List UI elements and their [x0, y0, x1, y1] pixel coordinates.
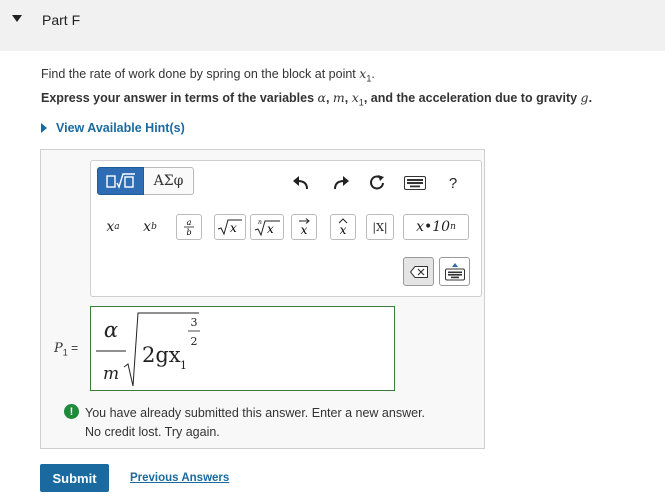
keyboard-toggle-button[interactable] [439, 257, 470, 286]
nth-root-icon: nx [254, 219, 280, 237]
svg-text:a: a [187, 218, 192, 227]
answer-instruction: Express your answer in terms of the vari… [41, 90, 593, 108]
svg-text:x: x [230, 221, 237, 235]
vector-button[interactable]: x [291, 214, 317, 240]
part-title: Part F [42, 12, 81, 28]
part-header[interactable] [0, 0, 665, 51]
reset-icon[interactable] [366, 172, 388, 194]
vector-arrow-icon: x [299, 218, 310, 237]
sqrt-icon: x [217, 219, 242, 236]
fraction-button[interactable]: ab [176, 214, 202, 240]
help-icon[interactable]: ? [444, 172, 462, 194]
answer-lhs: P1 = [54, 341, 79, 358]
alert-icon: ! [64, 404, 79, 419]
exponent-denominator: 2 [191, 335, 198, 348]
exponent-numerator: 3 [191, 316, 198, 329]
unit-vector-button[interactable]: x [330, 214, 356, 240]
nth-root-button[interactable]: nx [250, 214, 284, 240]
backspace-button[interactable] [403, 257, 434, 286]
radicand-subscript: 1 [180, 359, 187, 372]
answer-input[interactable]: α m 2gx 1 3 2 [90, 306, 395, 391]
scientific-notation-button[interactable]: x•10 n [403, 214, 469, 240]
denominator: m [103, 364, 119, 384]
undo-icon[interactable] [290, 172, 312, 194]
view-hints-link[interactable]: View Available Hint(s) [41, 121, 185, 135]
svg-text:x: x [340, 223, 347, 237]
greek-tab[interactable]: ΑΣφ [144, 167, 194, 195]
templates-tab[interactable] [97, 167, 144, 195]
feedback-message: You have already submitted this answer. … [85, 406, 426, 439]
submit-button[interactable]: Submit [40, 464, 109, 492]
absolute-value-button[interactable]: |X| [366, 214, 394, 240]
answer-expression: α m 2gx 1 3 2 [96, 312, 200, 387]
superscript-button[interactable]: xa [98, 214, 128, 240]
subscript-button[interactable]: xb [136, 214, 164, 240]
hat-icon: x [338, 218, 348, 237]
svg-text:x: x [301, 223, 308, 237]
palette-tabs: ΑΣφ [97, 167, 194, 195]
svg-text:b: b [186, 228, 191, 237]
previous-answers-link[interactable]: Previous Answers [130, 472, 229, 484]
expand-caret-icon [41, 123, 47, 133]
svg-text:n: n [258, 219, 262, 226]
templates-icon [105, 173, 135, 189]
backspace-icon [409, 265, 428, 278]
collapse-caret-icon[interactable] [12, 15, 22, 22]
keyboard-up-icon [444, 262, 465, 280]
square-root-button[interactable]: x [214, 214, 246, 240]
numerator: α [104, 318, 118, 342]
question-text: Find the rate of work done by spring on … [41, 66, 375, 84]
radicand: 2gx [142, 343, 181, 367]
keyboard-icon[interactable] [403, 175, 427, 191]
svg-text:x: x [267, 222, 274, 236]
fraction-icon: ab [184, 218, 194, 237]
redo-icon[interactable] [330, 172, 352, 194]
